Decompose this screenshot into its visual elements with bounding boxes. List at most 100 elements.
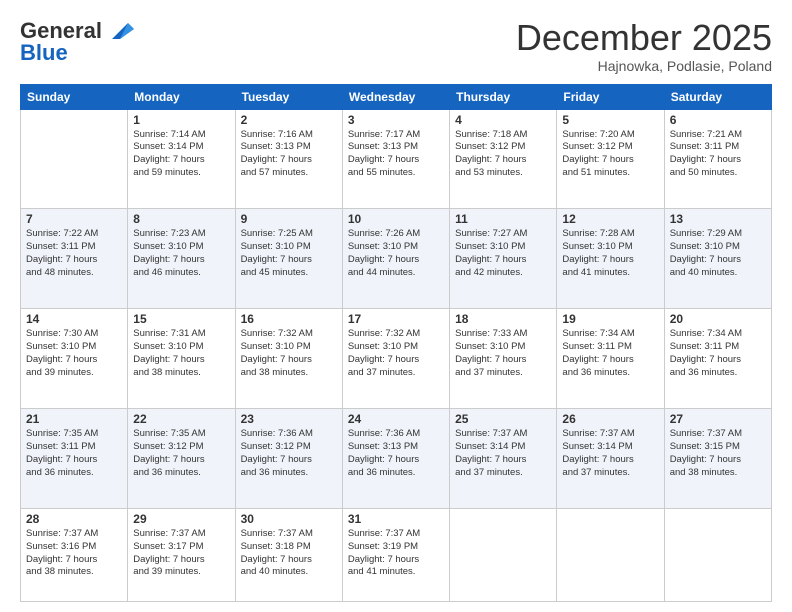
day-number: 4 <box>455 113 551 127</box>
day-info: Sunrise: 7:18 AM Sunset: 3:12 PM Dayligh… <box>455 129 551 180</box>
day-info: Sunrise: 7:16 AM Sunset: 3:13 PM Dayligh… <box>241 129 337 180</box>
subtitle: Hajnowka, Podlasie, Poland <box>516 58 772 74</box>
day-info: Sunrise: 7:30 AM Sunset: 3:10 PM Dayligh… <box>26 328 122 379</box>
calendar-cell: 16 Sunrise: 7:32 AM Sunset: 3:10 PM Dayli… <box>235 309 342 409</box>
calendar-cell: 19 Sunrise: 7:34 AM Sunset: 3:11 PM Dayli… <box>557 309 664 409</box>
calendar-cell: 9 Sunrise: 7:25 AM Sunset: 3:10 PM Daylig… <box>235 209 342 309</box>
day-info: Sunrise: 7:29 AM Sunset: 3:10 PM Dayligh… <box>670 228 766 279</box>
day-number: 13 <box>670 212 766 226</box>
calendar-cell: 7Sunrise: 7:22 AM Sunset: 3:11 PM Daylig… <box>21 209 128 309</box>
day-number: 30 <box>241 512 337 526</box>
calendar-header-row: SundayMondayTuesdayWednesdayThursdayFrid… <box>21 84 772 109</box>
calendar-cell: 13 Sunrise: 7:29 AM Sunset: 3:10 PM Dayli… <box>664 209 771 309</box>
calendar-cell: 25Sunrise: 7:37 AM Sunset: 3:14 PM Dayli… <box>450 409 557 509</box>
day-info: Sunrise: 7:33 AM Sunset: 3:10 PM Dayligh… <box>455 328 551 379</box>
day-number: 12 <box>562 212 658 226</box>
day-info: Sunrise: 7:36 AM Sunset: 3:12 PM Dayligh… <box>241 428 337 479</box>
day-info: Sunrise: 7:35 AM Sunset: 3:11 PM Dayligh… <box>26 428 122 479</box>
day-info: Sunrise: 7:37 AM Sunset: 3:15 PM Dayligh… <box>670 428 766 479</box>
day-info: Sunrise: 7:34 AM Sunset: 3:11 PM Dayligh… <box>562 328 658 379</box>
day-number: 18 <box>455 312 551 326</box>
calendar-cell: 1Sunrise: 7:14 AM Sunset: 3:14 PM Daylig… <box>128 109 235 209</box>
calendar-cell: 4 Sunrise: 7:18 AM Sunset: 3:12 PM Daylig… <box>450 109 557 209</box>
calendar-cell: 8Sunrise: 7:23 AM Sunset: 3:10 PM Daylig… <box>128 209 235 309</box>
day-info: Sunrise: 7:31 AM Sunset: 3:10 PM Dayligh… <box>133 328 229 379</box>
logo-blue: Blue <box>20 40 68 66</box>
calendar-cell: 21 Sunrise: 7:35 AM Sunset: 3:11 PM Dayli… <box>21 409 128 509</box>
day-info: Sunrise: 7:36 AM Sunset: 3:13 PM Dayligh… <box>348 428 444 479</box>
day-number: 3 <box>348 113 444 127</box>
day-info: Sunrise: 7:35 AM Sunset: 3:12 PM Dayligh… <box>133 428 229 479</box>
calendar-cell: 27Sunrise: 7:37 AM Sunset: 3:15 PM Dayli… <box>664 409 771 509</box>
calendar-week-row: 28 Sunrise: 7:37 AM Sunset: 3:16 PM Dayli… <box>21 509 772 602</box>
day-info: Sunrise: 7:37 AM Sunset: 3:16 PM Dayligh… <box>26 528 122 579</box>
day-number: 16 <box>241 312 337 326</box>
day-number: 14 <box>26 312 122 326</box>
calendar-cell <box>664 509 771 602</box>
calendar-week-row: 1Sunrise: 7:14 AM Sunset: 3:14 PM Daylig… <box>21 109 772 209</box>
day-number: 8 <box>133 212 229 226</box>
day-info: Sunrise: 7:32 AM Sunset: 3:10 PM Dayligh… <box>241 328 337 379</box>
day-number: 29 <box>133 512 229 526</box>
calendar-cell: 5Sunrise: 7:20 AM Sunset: 3:12 PM Daylig… <box>557 109 664 209</box>
col-header-monday: Monday <box>128 84 235 109</box>
day-number: 9 <box>241 212 337 226</box>
day-info: Sunrise: 7:37 AM Sunset: 3:14 PM Dayligh… <box>562 428 658 479</box>
day-info: Sunrise: 7:37 AM Sunset: 3:17 PM Dayligh… <box>133 528 229 579</box>
calendar-week-row: 21 Sunrise: 7:35 AM Sunset: 3:11 PM Dayli… <box>21 409 772 509</box>
logo-icon <box>106 21 134 41</box>
day-info: Sunrise: 7:27 AM Sunset: 3:10 PM Dayligh… <box>455 228 551 279</box>
calendar-cell: 15 Sunrise: 7:31 AM Sunset: 3:10 PM Dayli… <box>128 309 235 409</box>
calendar-cell: 24 Sunrise: 7:36 AM Sunset: 3:13 PM Dayli… <box>342 409 449 509</box>
calendar-cell <box>557 509 664 602</box>
day-info: Sunrise: 7:32 AM Sunset: 3:10 PM Dayligh… <box>348 328 444 379</box>
day-number: 19 <box>562 312 658 326</box>
calendar-cell: 6Sunrise: 7:21 AM Sunset: 3:11 PM Daylig… <box>664 109 771 209</box>
day-info: Sunrise: 7:28 AM Sunset: 3:10 PM Dayligh… <box>562 228 658 279</box>
calendar-cell: 18 Sunrise: 7:33 AM Sunset: 3:10 PM Dayli… <box>450 309 557 409</box>
day-info: Sunrise: 7:37 AM Sunset: 3:19 PM Dayligh… <box>348 528 444 579</box>
day-info: Sunrise: 7:20 AM Sunset: 3:12 PM Dayligh… <box>562 129 658 180</box>
day-info: Sunrise: 7:21 AM Sunset: 3:11 PM Dayligh… <box>670 129 766 180</box>
day-info: Sunrise: 7:37 AM Sunset: 3:18 PM Dayligh… <box>241 528 337 579</box>
day-number: 24 <box>348 412 444 426</box>
calendar-cell: 3Sunrise: 7:17 AM Sunset: 3:13 PM Daylig… <box>342 109 449 209</box>
col-header-saturday: Saturday <box>664 84 771 109</box>
day-number: 28 <box>26 512 122 526</box>
calendar-cell: 11 Sunrise: 7:27 AM Sunset: 3:10 PM Dayli… <box>450 209 557 309</box>
calendar-cell <box>450 509 557 602</box>
day-number: 26 <box>562 412 658 426</box>
month-title: December 2025 <box>516 18 772 58</box>
day-number: 11 <box>455 212 551 226</box>
title-block: December 2025 Hajnowka, Podlasie, Poland <box>516 18 772 74</box>
header: General Blue December 2025 Hajnowka, Pod… <box>20 18 772 74</box>
page: General Blue December 2025 Hajnowka, Pod… <box>0 0 792 612</box>
day-number: 31 <box>348 512 444 526</box>
calendar-cell: 17 Sunrise: 7:32 AM Sunset: 3:10 PM Dayli… <box>342 309 449 409</box>
calendar-cell <box>21 109 128 209</box>
day-number: 17 <box>348 312 444 326</box>
day-number: 1 <box>133 113 229 127</box>
day-number: 23 <box>241 412 337 426</box>
day-number: 22 <box>133 412 229 426</box>
day-number: 7 <box>26 212 122 226</box>
day-info: Sunrise: 7:37 AM Sunset: 3:14 PM Dayligh… <box>455 428 551 479</box>
logo: General Blue <box>20 18 134 66</box>
calendar-cell: 23 Sunrise: 7:36 AM Sunset: 3:12 PM Dayli… <box>235 409 342 509</box>
day-number: 20 <box>670 312 766 326</box>
calendar-cell: 14 Sunrise: 7:30 AM Sunset: 3:10 PM Dayli… <box>21 309 128 409</box>
calendar-cell: 30 Sunrise: 7:37 AM Sunset: 3:18 PM Dayli… <box>235 509 342 602</box>
calendar-cell: 22 Sunrise: 7:35 AM Sunset: 3:12 PM Dayli… <box>128 409 235 509</box>
col-header-friday: Friday <box>557 84 664 109</box>
calendar-cell: 10Sunrise: 7:26 AM Sunset: 3:10 PM Dayli… <box>342 209 449 309</box>
calendar-week-row: 7Sunrise: 7:22 AM Sunset: 3:11 PM Daylig… <box>21 209 772 309</box>
day-info: Sunrise: 7:34 AM Sunset: 3:11 PM Dayligh… <box>670 328 766 379</box>
calendar-cell: 31 Sunrise: 7:37 AM Sunset: 3:19 PM Dayli… <box>342 509 449 602</box>
calendar-cell: 29 Sunrise: 7:37 AM Sunset: 3:17 PM Dayli… <box>128 509 235 602</box>
day-number: 10 <box>348 212 444 226</box>
day-number: 21 <box>26 412 122 426</box>
col-header-tuesday: Tuesday <box>235 84 342 109</box>
day-number: 15 <box>133 312 229 326</box>
day-info: Sunrise: 7:25 AM Sunset: 3:10 PM Dayligh… <box>241 228 337 279</box>
calendar-cell: 28 Sunrise: 7:37 AM Sunset: 3:16 PM Dayli… <box>21 509 128 602</box>
